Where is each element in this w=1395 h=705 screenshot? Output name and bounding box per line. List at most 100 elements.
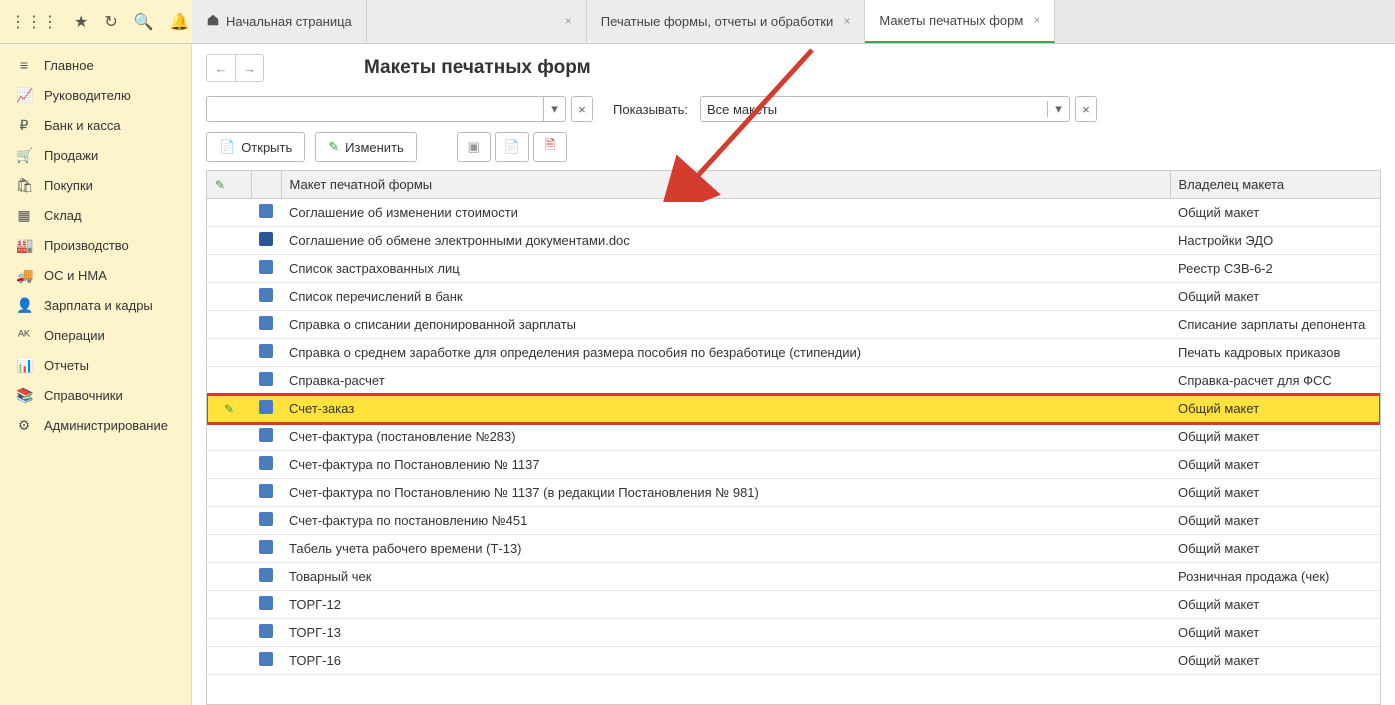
- nav-back-button[interactable]: ←: [207, 55, 235, 81]
- template-name-cell: Счет-заказ: [281, 395, 1170, 423]
- sidebar-item-1[interactable]: 📈Руководителю: [0, 80, 191, 110]
- template-name-cell: Счет-фактура по постановлению №451: [281, 507, 1170, 535]
- table-row[interactable]: Список застрахованных лицРеестр СЗВ-6-2: [207, 255, 1380, 283]
- sidebar-item-7[interactable]: 🚚ОС и НМА: [0, 260, 191, 290]
- template-owner-cell: Печать кадровых приказов: [1170, 339, 1380, 367]
- cart-icon: 🛒: [16, 147, 32, 164]
- sidebar-item-0[interactable]: ≡Главное: [0, 50, 191, 80]
- sidebar-item-12[interactable]: ⚙Администрирование: [0, 410, 191, 440]
- type-icon-cell: [251, 339, 281, 367]
- sidebar-item-5[interactable]: ▦Склад: [0, 200, 191, 230]
- type-icon-cell: [251, 255, 281, 283]
- edit-indicator-cell: [207, 507, 251, 535]
- open-button[interactable]: 📄 Открыть: [206, 132, 305, 162]
- close-icon[interactable]: ×: [843, 14, 850, 28]
- sidebar-item-9[interactable]: ᴬᴷОперации: [0, 320, 191, 350]
- table-row[interactable]: Счет-фактура (постановление №283)Общий м…: [207, 423, 1380, 451]
- table-row[interactable]: Справка о среднем заработке для определе…: [207, 339, 1380, 367]
- button-label: Открыть: [241, 140, 292, 155]
- sidebar-item-label: Отчеты: [44, 358, 89, 373]
- table-row[interactable]: Справка о списании депонированной зарпла…: [207, 311, 1380, 339]
- apps-icon[interactable]: ⋮⋮⋮: [10, 12, 58, 32]
- document-icon: [259, 484, 273, 498]
- close-icon[interactable]: ×: [1033, 13, 1040, 27]
- col-name-header[interactable]: Макет печатной формы: [281, 171, 1170, 199]
- type-icon-cell: [251, 311, 281, 339]
- compare-button[interactable]: ▣: [457, 132, 491, 162]
- template-name-cell: Товарный чек: [281, 563, 1170, 591]
- table-row[interactable]: ТОРГ-12Общий макет: [207, 591, 1380, 619]
- bell-icon[interactable]: 🔔: [170, 12, 190, 32]
- clear-filter-button[interactable]: ×: [571, 96, 593, 122]
- report-icon: 📊: [16, 357, 32, 374]
- sidebar-item-4[interactable]: 🛍Покупки: [0, 170, 191, 200]
- table-row[interactable]: ТОРГ-13Общий макет: [207, 619, 1380, 647]
- tab-blank[interactable]: ×: [367, 0, 587, 43]
- table-row[interactable]: Товарный чекРозничная продажа (чек): [207, 563, 1380, 591]
- template-name-cell: ТОРГ-13: [281, 619, 1170, 647]
- gear-icon: ⚙: [16, 417, 32, 434]
- template-owner-cell: Реестр СЗВ-6-2: [1170, 255, 1380, 283]
- edit-indicator-cell: [207, 647, 251, 675]
- table-row[interactable]: Соглашение об обмене электронными докуме…: [207, 227, 1380, 255]
- edit-button[interactable]: ✎ Изменить: [315, 132, 417, 162]
- table-row[interactable]: Соглашение об изменении стоимостиОбщий м…: [207, 199, 1380, 227]
- template-owner-cell: Общий макет: [1170, 395, 1380, 423]
- table-row[interactable]: Табель учета рабочего времени (Т-13)Общи…: [207, 535, 1380, 563]
- search-icon[interactable]: 🔍: [134, 12, 154, 32]
- template-name-cell: Соглашение об изменении стоимости: [281, 199, 1170, 227]
- template-owner-cell: Общий макет: [1170, 647, 1380, 675]
- table-row[interactable]: Список перечислений в банкОбщий макет: [207, 283, 1380, 311]
- clear-show-button[interactable]: ×: [1075, 96, 1097, 122]
- star-icon[interactable]: ★: [74, 12, 88, 32]
- chart-icon: 📈: [16, 87, 32, 104]
- close-icon[interactable]: ×: [565, 14, 572, 28]
- show-select-value: Все макеты: [707, 102, 1047, 117]
- delete-template-button[interactable]: 🗎: [533, 132, 567, 162]
- doc-open-icon: 📄: [219, 139, 235, 155]
- template-name-cell: Счет-фактура по Постановлению № 1137: [281, 451, 1170, 479]
- tab-forms-reports[interactable]: Печатные формы, отчеты и обработки ×: [587, 0, 866, 43]
- edit-indicator-cell: [207, 619, 251, 647]
- chevron-down-icon[interactable]: ▾: [543, 97, 565, 121]
- template-name-cell: Список застрахованных лиц: [281, 255, 1170, 283]
- edit-indicator-cell: [207, 591, 251, 619]
- template-owner-cell: Общий макет: [1170, 283, 1380, 311]
- history-icon[interactable]: ↻: [104, 12, 117, 32]
- sidebar-item-label: Склад: [44, 208, 82, 223]
- nav-forward-button[interactable]: →: [235, 55, 263, 81]
- chevron-down-icon[interactable]: ▾: [1047, 101, 1069, 117]
- table-row[interactable]: Справка-расчетСправка-расчет для ФСС: [207, 367, 1380, 395]
- show-select[interactable]: Все макеты ▾: [700, 96, 1070, 122]
- sidebar-item-2[interactable]: ₽Банк и касса: [0, 110, 191, 140]
- table-row[interactable]: Счет-фактура по Постановлению № 1137 (в …: [207, 479, 1380, 507]
- type-icon-cell: [251, 591, 281, 619]
- edit-indicator-cell: [207, 423, 251, 451]
- table-row[interactable]: ТОРГ-16Общий макет: [207, 647, 1380, 675]
- pencil-icon: ✎: [328, 139, 339, 155]
- col-owner-header[interactable]: Владелец макета: [1170, 171, 1380, 199]
- table-row[interactable]: ✎Счет-заказОбщий макет: [207, 395, 1380, 423]
- sidebar-item-3[interactable]: 🛒Продажи: [0, 140, 191, 170]
- tab-print-templates[interactable]: Макеты печатных форм ×: [865, 0, 1055, 43]
- document-icon: [259, 316, 273, 330]
- table-row[interactable]: Счет-фактура по Постановлению № 1137Общи…: [207, 451, 1380, 479]
- sidebar-item-11[interactable]: 📚Справочники: [0, 380, 191, 410]
- tab-home[interactable]: Начальная страница: [192, 0, 367, 43]
- template-owner-cell: Общий макет: [1170, 479, 1380, 507]
- template-owner-cell: Общий макет: [1170, 535, 1380, 563]
- type-icon-cell: [251, 395, 281, 423]
- type-icon-cell: [251, 367, 281, 395]
- template-owner-cell: Общий макет: [1170, 199, 1380, 227]
- document-icon: [259, 512, 273, 526]
- page-title: Макеты печатных форм: [364, 57, 591, 79]
- sidebar-item-10[interactable]: 📊 Отчеты: [0, 350, 191, 380]
- document-icon: [259, 540, 273, 554]
- filter-input[interactable]: ▾: [206, 96, 566, 122]
- sidebar-item-8[interactable]: 👤Зарплата и кадры: [0, 290, 191, 320]
- add-template-button[interactable]: 📄: [495, 132, 529, 162]
- type-icon-cell: [251, 647, 281, 675]
- table-row[interactable]: Счет-фактура по постановлению №451Общий …: [207, 507, 1380, 535]
- sidebar-item-6[interactable]: 🏭Производство: [0, 230, 191, 260]
- sidebar-item-label: Справочники: [44, 388, 123, 403]
